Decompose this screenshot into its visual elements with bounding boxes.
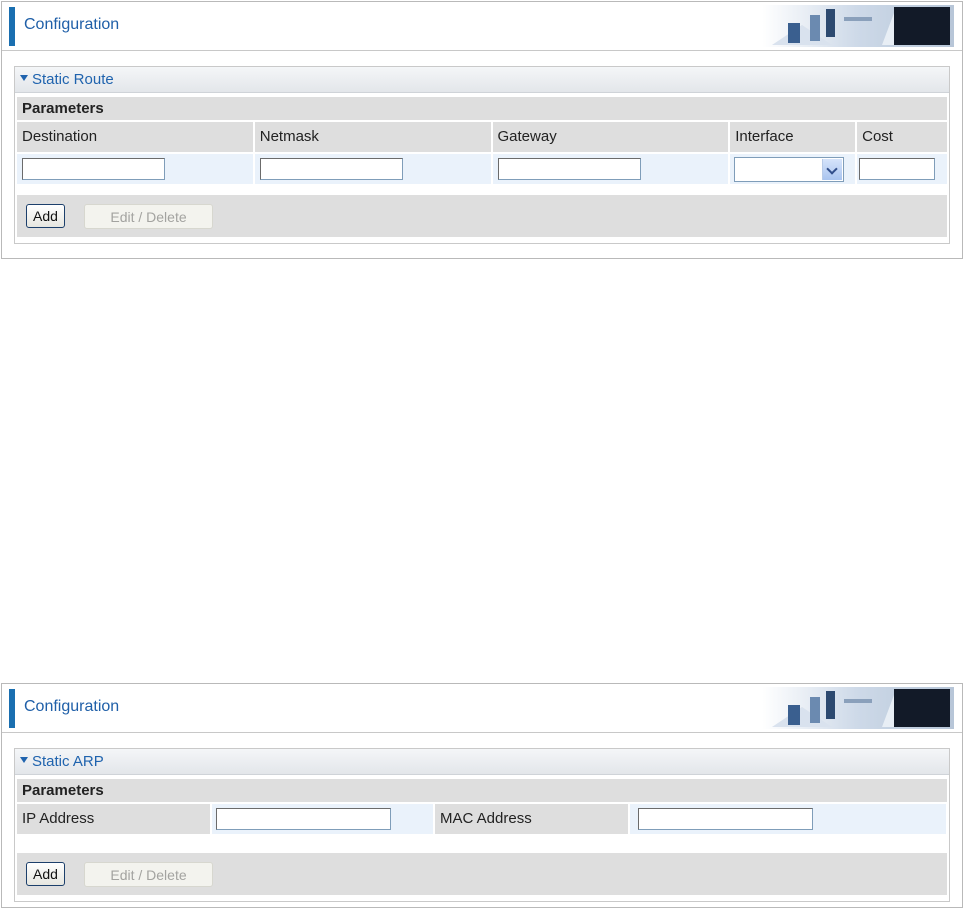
collapse-triangle-icon[interactable]: [20, 757, 28, 763]
action-row: Add Edit / Delete: [17, 853, 947, 895]
parameters-heading: Parameters: [17, 779, 947, 802]
action-row: Add Edit / Delete: [17, 195, 947, 237]
config-header: Configuration: [2, 684, 962, 733]
cost-cell: [857, 154, 948, 184]
add-button[interactable]: Add: [26, 204, 65, 228]
header-accent-bar: [9, 689, 15, 728]
static-arp-panel: Configuration Static ARP Parameters IP A…: [1, 683, 963, 908]
destination-input[interactable]: [22, 158, 165, 180]
header-accent-bar: [9, 7, 15, 46]
page-title: Configuration: [24, 698, 120, 715]
parameters-heading: Parameters: [17, 97, 947, 120]
column-header-row: Destination Netmask Gateway Interface Co…: [17, 122, 948, 152]
mac-address-label: MAC Address: [435, 804, 628, 834]
edit-delete-button[interactable]: Edit / Delete: [84, 204, 213, 229]
page-title: Configuration: [24, 16, 120, 33]
office-chairs-banner-icon: [762, 5, 954, 47]
static-route-panel: Configuration Static Route Parameters De…: [1, 1, 963, 259]
section-title: Static Route: [32, 71, 114, 88]
config-header: Configuration: [2, 2, 962, 51]
collapse-triangle-icon[interactable]: [20, 75, 28, 81]
section-header[interactable]: Static Route: [15, 67, 949, 93]
add-button[interactable]: Add: [26, 862, 65, 886]
mac-address-cell: [630, 804, 946, 834]
chevron-down-icon: [826, 163, 838, 175]
gateway-label: Gateway: [492, 122, 729, 152]
static-arp-section: Static ARP Parameters IP Address MAC Add…: [14, 748, 950, 902]
gateway-cell: [492, 154, 729, 184]
mac-address-input[interactable]: [638, 808, 813, 830]
ip-address-input[interactable]: [216, 808, 391, 830]
office-chairs-banner-icon: [762, 687, 954, 729]
destination-cell: [17, 154, 253, 184]
destination-label: Destination: [17, 122, 253, 152]
ip-address-label: IP Address: [17, 804, 210, 834]
netmask-label: Netmask: [254, 122, 491, 152]
edit-delete-button[interactable]: Edit / Delete: [84, 862, 213, 887]
interface-select[interactable]: [734, 157, 845, 182]
gateway-input[interactable]: [497, 158, 641, 180]
ip-address-cell: [212, 804, 433, 834]
netmask-cell: [254, 154, 491, 184]
interface-cell: [730, 154, 856, 184]
interface-label: Interface: [730, 122, 856, 152]
netmask-input[interactable]: [259, 158, 403, 180]
section-title: Static ARP: [32, 753, 104, 770]
arp-input-row: IP Address MAC Address: [17, 804, 947, 834]
select-dropdown-button[interactable]: [822, 159, 843, 180]
static-route-section: Static Route Parameters Destination Netm…: [14, 66, 950, 244]
cost-input[interactable]: [859, 158, 936, 180]
section-header[interactable]: Static ARP: [15, 749, 949, 775]
cost-label: Cost: [857, 122, 948, 152]
input-row: [17, 154, 948, 184]
